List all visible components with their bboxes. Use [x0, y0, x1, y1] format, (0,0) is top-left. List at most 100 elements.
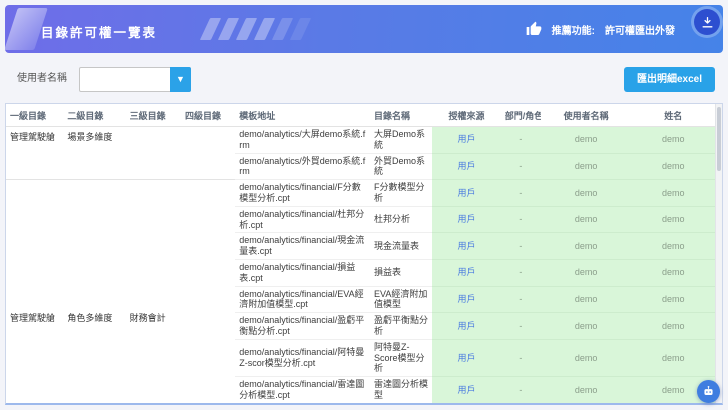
column-header: 二級目錄 [63, 104, 126, 127]
auth-source-cell: 用戶 [432, 259, 501, 287]
auth-source-cell: 用戶 [432, 179, 501, 207]
thumbs-up-icon [526, 21, 542, 37]
realname-cell: demo [631, 339, 715, 378]
directory-name-cell: 巴薩利分數模型分析 [370, 403, 432, 405]
username-filter-label: 使用者名稱 [17, 73, 67, 84]
dept-role-cell: - [500, 339, 541, 378]
realname-cell: demo [631, 206, 715, 234]
directory-name-cell: 杜邦分析 [370, 206, 433, 234]
username-cell: demo [541, 403, 632, 405]
template-path-cell: demo/analytics/financial/巴薩利分數模型分析.cpt [235, 403, 370, 405]
directory-name-cell: 大屏Demo系統 [370, 126, 433, 154]
column-header: 授權來源 [432, 104, 501, 127]
column-header: 目錄名稱 [370, 104, 433, 127]
realname-cell: demo [631, 286, 715, 314]
username-select[interactable]: ▼ [79, 67, 191, 92]
level4-cell [180, 126, 236, 181]
promo-label: 推薦功能: [551, 25, 595, 37]
filter-bar: 使用者名稱 ▼ 匯出明細excel [5, 58, 723, 100]
dept-role-cell: - [500, 179, 541, 207]
table-header-row: 一級目錄 二級目錄 三級目錄 四級目錄 模板地址 目錄名稱 授權來源 部門/角色 使用者名稱 姓名 [6, 104, 715, 127]
directory-name-cell: 阿特曼Z-Score模型分析 [370, 339, 433, 378]
template-path-cell: demo/analytics/financial/現金流量表.cpt [235, 232, 370, 260]
column-header: 三級目錄 [125, 104, 181, 127]
dept-role-cell: - [500, 232, 541, 260]
permission-table-container: 一級目錄 二級目錄 三級目錄 四級目錄 模板地址 目錄名稱 授權來源 部門/角色 使用者名稱 姓名… [5, 103, 723, 405]
column-header: 部門/角色 [500, 104, 541, 127]
table-row: 管理駕駛艙 場景多維度 demo/analytics/大屏demo系統.frm 大屏D… [6, 126, 715, 181]
robot-icon [704, 386, 713, 396]
username-cell: demo [540, 339, 632, 378]
realname-cell: demo [631, 259, 715, 287]
auth-source-cell: 用戶 [432, 376, 501, 403]
promo-link[interactable]: 許可權匯出外發 [605, 22, 675, 37]
realname-cell: demo [631, 403, 715, 405]
auth-source-cell: 用戶 [432, 403, 500, 405]
auth-source-cell: 用戶 [432, 339, 501, 378]
dept-role-cell: - [501, 403, 541, 405]
dept-role-cell: - [500, 126, 541, 154]
download-button[interactable] [694, 9, 720, 35]
scrollbar-thumb[interactable] [717, 107, 721, 171]
template-path-cell: demo/analytics/financial/F分數模型分析.cpt [235, 179, 370, 207]
dept-role-cell: - [500, 376, 541, 403]
directory-name-cell: 雷達圖分析模型 [370, 376, 433, 403]
username-cell: demo [540, 179, 632, 207]
page-banner: 目錄許可權一覽表 推薦功能: 許可權匯出外發 [4, 5, 723, 53]
username-cell: demo [540, 312, 632, 340]
template-path-cell: demo/analytics/外貿demo系統.frm [235, 153, 370, 181]
directory-name-cell: 現金流量表 [370, 232, 433, 260]
dept-role-cell: - [500, 153, 541, 181]
directory-name-cell: 損益表 [370, 259, 433, 287]
export-excel-button[interactable]: 匯出明細excel [623, 67, 715, 92]
table-row: 管理駕駛艙 角色多維度 財務會計 demo/analytics/financial/F… [6, 179, 715, 403]
realname-cell: demo [631, 312, 715, 340]
level3-cell: 財務會計 [125, 179, 181, 403]
username-cell: demo [540, 232, 632, 260]
username-cell: demo [540, 153, 632, 181]
directory-name-cell: EVA經濟附加值模型 [370, 286, 433, 314]
username-cell: demo [540, 376, 632, 403]
directory-name-cell: 外貿Demo系統 [370, 153, 433, 181]
template-path-cell: demo/analytics/financial/盈虧平衡點分析.cpt [235, 312, 370, 340]
dept-role-cell: - [500, 286, 541, 314]
column-header: 模板地址 [235, 104, 370, 127]
column-header: 姓名 [631, 104, 715, 127]
column-header: 四級目錄 [180, 104, 236, 127]
level3-cell [125, 126, 181, 181]
auth-source-cell: 用戶 [432, 153, 501, 181]
level4-cell [180, 179, 236, 403]
auth-source-cell: 用戶 [432, 206, 501, 234]
dept-role-cell: - [500, 259, 541, 287]
download-icon [702, 16, 712, 27]
chevron-down-icon[interactable]: ▼ [170, 67, 191, 92]
assistant-chat-button[interactable] [697, 380, 720, 403]
permission-table: 一級目錄 二級目錄 三級目錄 四級目錄 模板地址 目錄名稱 授權來源 部門/角色 使用者名稱 姓名… [6, 104, 715, 405]
template-path-cell: demo/analytics/financial/EVA經濟附加值模型.cpt [235, 286, 370, 314]
username-cell: demo [540, 126, 632, 154]
realname-cell: demo [631, 153, 715, 181]
level1-cell: 管理駕駛艙 [6, 179, 64, 403]
username-cell: demo [540, 206, 632, 234]
page-title: 目錄許可權一覽表 [41, 26, 158, 40]
directory-name-cell: 盈虧平衡點分析 [370, 312, 433, 340]
auth-source-cell: 用戶 [432, 232, 501, 260]
level2-cell: 角色多維度 [63, 179, 126, 403]
dept-role-cell: - [500, 206, 541, 234]
template-path-cell: demo/analytics/financial/雷達圖分析模型.cpt [235, 376, 370, 403]
directory-name-cell: F分數模型分析 [370, 179, 433, 207]
level1-cell: 管理駕駛艙 [6, 126, 64, 181]
template-path-cell: demo/analytics/financial/損益表.cpt [235, 259, 370, 287]
username-cell: demo [540, 259, 632, 287]
banner-slashes-decoration [199, 18, 313, 40]
vertical-scrollbar[interactable] [715, 104, 722, 403]
column-header: 使用者名稱 [540, 104, 632, 127]
template-path-cell: demo/analytics/大屏demo系統.frm [235, 126, 370, 154]
realname-cell: demo [631, 232, 715, 260]
dept-role-cell: - [500, 312, 541, 340]
realname-cell: demo [631, 179, 715, 207]
level2-cell: 場景多維度 [63, 126, 126, 181]
template-path-cell: demo/analytics/financial/阿特曼Z-scor模型分析.c… [235, 339, 370, 378]
realname-cell: demo [631, 126, 715, 154]
template-path-cell: demo/analytics/financial/杜邦分析.cpt [235, 206, 370, 234]
